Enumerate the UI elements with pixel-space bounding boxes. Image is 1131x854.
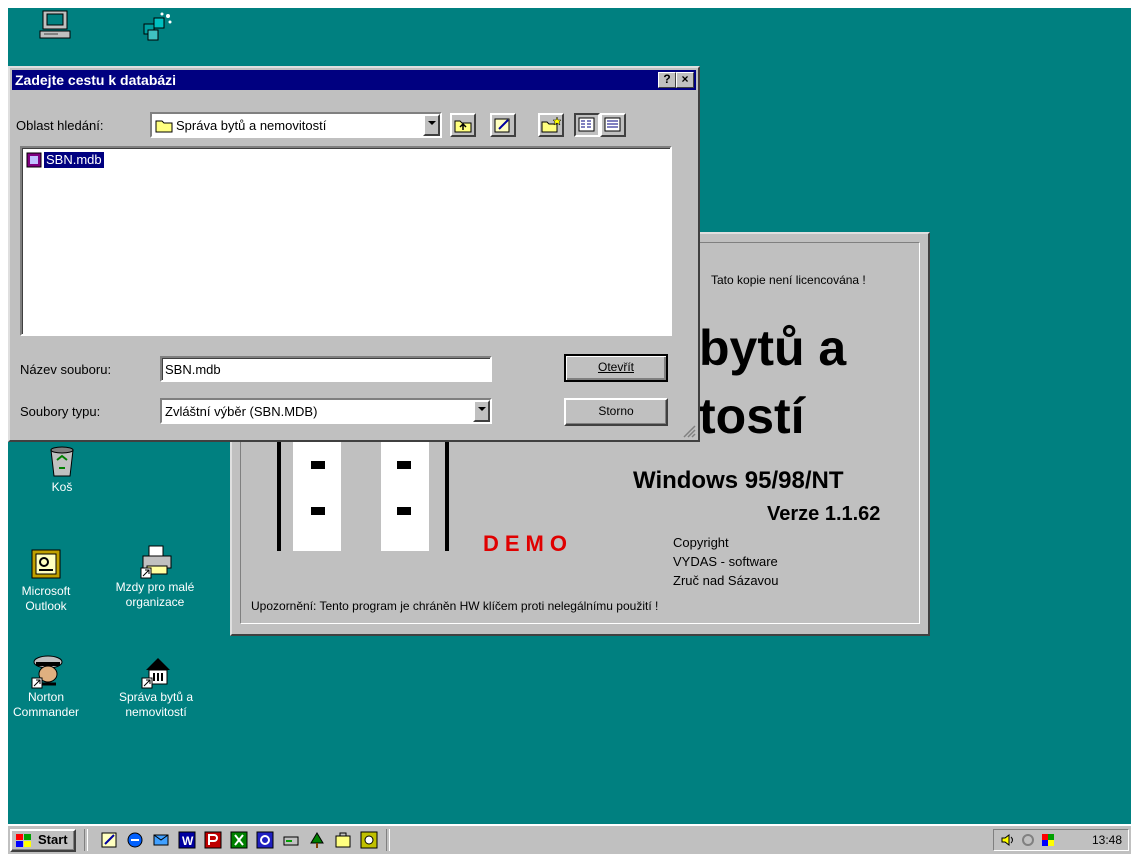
dialog-titlebar[interactable]: Zadejte cestu k databázi ? ×	[12, 70, 696, 90]
copyright-line-1: Copyright	[673, 535, 729, 550]
svg-text:W: W	[182, 834, 194, 848]
clock[interactable]: 13:48	[1092, 833, 1122, 847]
powerpoint-icon[interactable]	[204, 831, 222, 849]
filename-label: Název souboru:	[20, 362, 112, 377]
folder-icon	[155, 117, 173, 136]
windows-logo-icon	[15, 833, 33, 854]
cancel-button[interactable]: Storno	[564, 398, 668, 426]
speaker-icon[interactable]	[1000, 832, 1016, 851]
file-list[interactable]: SBN.mdb	[20, 146, 672, 336]
help-button[interactable]: ?	[658, 72, 676, 88]
dialog-title: Zadejte cestu k databázi	[15, 72, 177, 88]
look-in-combo[interactable]: Správa bytů a nemovitostí	[150, 112, 442, 138]
desktop-icon-recycle-bin[interactable]: Koš	[24, 444, 100, 495]
filetype-label: Soubory typu:	[20, 404, 101, 419]
chevron-down-icon[interactable]	[473, 400, 490, 422]
close-button[interactable]: ×	[676, 72, 694, 88]
network-neighborhood-icon[interactable]	[140, 12, 174, 42]
desktop-icon-mzdy[interactable]: Mzdy pro malé organizace	[112, 544, 198, 610]
system-tray: 13:48	[993, 829, 1129, 851]
details-view-button[interactable]	[600, 113, 626, 137]
taskbar: Start W 13:48	[8, 824, 1131, 854]
resize-grip-icon[interactable]	[682, 424, 696, 438]
outlook-label: Microsoft Outlook	[21, 584, 71, 613]
splash-platform: Windows 95/98/NT	[633, 467, 844, 494]
word-icon[interactable]: W	[178, 831, 196, 849]
look-in-label: Oblast hledání:	[16, 118, 104, 133]
tray-app-icon[interactable]	[1040, 832, 1056, 851]
demo-label: DEMO	[483, 531, 573, 556]
recycle-bin-icon	[46, 444, 78, 477]
briefcase-icon[interactable]	[334, 831, 352, 849]
mzdy-label: Mzdy pro malé organizace	[115, 580, 195, 609]
my-computer-icon[interactable]	[38, 10, 72, 40]
filetype-value: Zvláštní výběr (SBN.MDB)	[165, 404, 318, 419]
desktop-icon-sprava[interactable]: Správa bytů a nemovitostí	[118, 654, 194, 720]
excel-icon[interactable]	[230, 831, 248, 849]
internet-explorer-icon[interactable]	[126, 831, 144, 849]
new-folder-button[interactable]	[538, 113, 564, 137]
desktop: Tato kopie není licencována ! bytů a tos…	[8, 8, 1131, 854]
outlook-express-icon[interactable]	[152, 831, 170, 849]
building-logo	[275, 433, 451, 557]
quicklaunch-separator	[84, 829, 88, 851]
network-tray-icon[interactable]	[1020, 832, 1036, 851]
open-button[interactable]: Otevřít	[564, 354, 668, 382]
dialog-toolbar	[450, 112, 650, 138]
license-notice: Tato kopie není licencována !	[711, 273, 866, 287]
favorites-button[interactable]	[490, 113, 516, 137]
splash-title-line1: bytů a	[699, 320, 847, 376]
desktop-shortcut-icon[interactable]	[100, 831, 118, 849]
up-folder-button[interactable]	[450, 113, 476, 137]
outlook-icon	[30, 548, 62, 580]
quicklaunch-separator-end	[386, 829, 390, 851]
outlook-taskbar-icon[interactable]	[256, 831, 274, 849]
open-file-dialog: Zadejte cestu k databázi ? × Oblast hled…	[8, 66, 700, 442]
splash-title-line2: tostí	[699, 388, 805, 444]
desktop-icon-outlook[interactable]: Microsoft Outlook	[8, 548, 84, 614]
recycle-bin-label: Koš	[51, 480, 73, 494]
norton-commander-icon	[30, 654, 63, 689]
norton-label: Norton Commander	[12, 690, 80, 719]
printer-shortcut-icon	[139, 544, 172, 579]
start-button[interactable]: Start	[10, 829, 76, 852]
chevron-down-icon[interactable]	[423, 114, 440, 136]
sprava-label: Správa bytů a nemovitostí	[118, 690, 194, 719]
filetype-combo[interactable]: Zvláštní výběr (SBN.MDB)	[160, 398, 492, 424]
list-view-button[interactable]	[574, 113, 600, 137]
splash-version: Verze 1.1.62	[767, 503, 881, 525]
protection-warning: Upozornění: Tento program je chráněn HW …	[251, 599, 659, 613]
copyright-line-2: VYDAS - software	[673, 554, 778, 569]
filename-value: SBN.mdb	[165, 362, 221, 377]
start-label: Start	[38, 832, 68, 847]
house-shortcut-icon	[140, 654, 172, 689]
network-drive-icon[interactable]	[282, 831, 300, 849]
access-db-icon	[26, 152, 42, 171]
desktop-icon-norton[interactable]: Norton Commander	[8, 654, 84, 720]
app-shortcut-icon[interactable]	[360, 831, 378, 849]
copyright-line-3: Zruč nad Sázavou	[673, 573, 779, 588]
filename-input[interactable]: SBN.mdb	[160, 356, 492, 382]
look-in-value: Správa bytů a nemovitostí	[176, 118, 327, 133]
tree-icon[interactable]	[308, 831, 326, 849]
file-name: SBN.mdb	[44, 152, 104, 168]
